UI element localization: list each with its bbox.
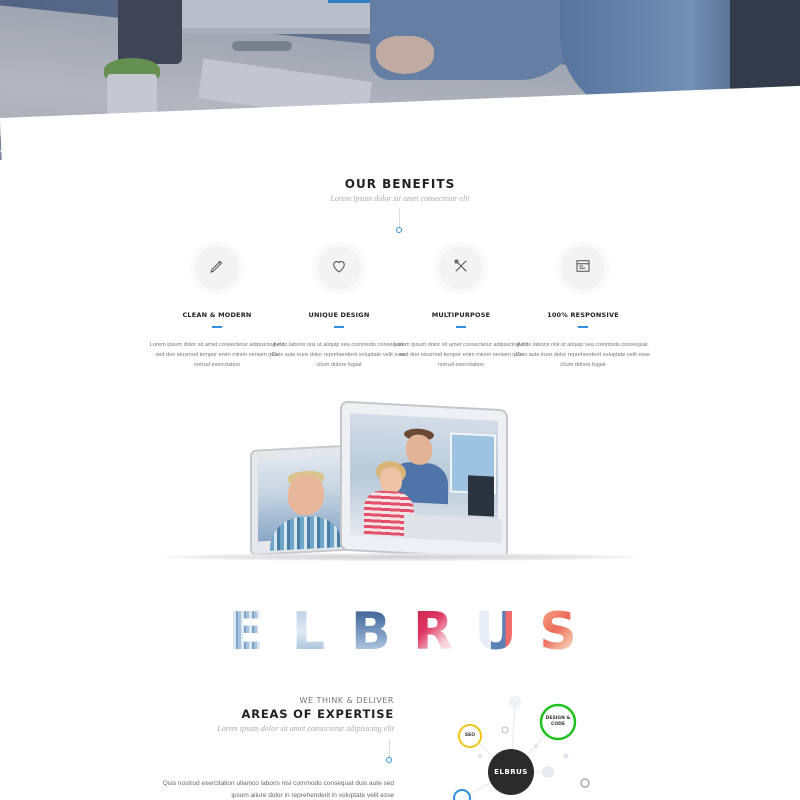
benefits-subtitle: Lorem ipsum dolor sit amet consectetur e… — [330, 194, 470, 203]
brand-letter: R — [409, 606, 457, 658]
benefits-divider-dot — [396, 227, 402, 233]
expertise-title: AREAS OF EXPERTISE — [241, 707, 394, 721]
benefit-title: UNIQUE DESIGN — [308, 311, 370, 319]
benefit-icon-circle — [561, 246, 605, 290]
benefits-divider-line — [399, 209, 400, 228]
desk — [404, 513, 502, 544]
benefit-title: MULTIPURPOSE — [431, 311, 491, 319]
browser-icon — [574, 257, 592, 280]
benefit-clean-modern: CLEAN & MODERN Lorem ipsum dolor sit ame… — [147, 246, 287, 370]
expertise-text: Quis nostrud exercitation ullamco labori… — [162, 780, 394, 799]
benefit-accent-bar — [334, 326, 344, 328]
benefit-multipurpose: MULTIPURPOSE Lorem ipsum dolor sit amet … — [391, 246, 531, 370]
expertise-diagram: DESIGN & CODE SEO ELBRUS — [440, 686, 610, 800]
benefit-title: 100% RESPONSIVE — [547, 311, 619, 319]
person-face — [380, 466, 402, 494]
person-face — [288, 474, 324, 516]
person-face — [406, 434, 432, 466]
expertise-subtitle: Lorem ipsum dolor sit amet consectetur a… — [217, 724, 394, 733]
brand-letter: B — [347, 606, 395, 658]
brand-letter: U — [472, 606, 520, 658]
expertise-kicker: WE THINK & DELIVER — [299, 696, 394, 705]
benefit-icon-circle — [439, 246, 483, 290]
benefits-title: OUR BENEFITS — [344, 177, 456, 191]
benefit-text: Lorem ipsum dolor sit amet consectetur a… — [393, 342, 529, 368]
large-laptop-screen — [350, 413, 502, 544]
pencil-icon — [208, 257, 226, 280]
small-laptop-screen — [258, 454, 352, 551]
laptops-shadow — [160, 553, 640, 561]
expertise-divider-line — [389, 740, 390, 758]
benefit-text: Amco laboris nisi ut aliquip xea commodo… — [515, 342, 651, 368]
tools-icon — [452, 257, 470, 280]
heart-icon — [330, 257, 348, 280]
brand-letter: L — [284, 606, 332, 658]
benefit-icon-circle — [195, 246, 239, 290]
person-shirt — [270, 515, 342, 551]
benefit-unique-design: UNIQUE DESIGN Amco laboris nisi ut aliqu… — [269, 246, 409, 370]
benefit-accent-bar — [456, 326, 466, 328]
benefit-text: Lorem ipsum dolor sit amet consectetur a… — [149, 342, 285, 368]
expertise-divider-dot — [386, 757, 392, 763]
node-seo: SEO — [464, 733, 476, 738]
benefit-title: CLEAN & MODERN — [182, 311, 252, 319]
monitor — [468, 475, 494, 517]
brand-letter: S — [534, 606, 582, 658]
large-laptop — [340, 400, 508, 560]
benefit-accent-bar — [578, 326, 588, 328]
benefit-accent-bar — [212, 326, 222, 328]
node-center: ELBRUS — [488, 749, 534, 795]
benefit-responsive: 100% RESPONSIVE Amco laboris nisi ut ali… — [513, 246, 653, 370]
node-design-code: DESIGN & CODE — [545, 716, 571, 727]
laptops-image — [160, 400, 640, 570]
brand-letter: E — [222, 606, 270, 658]
benefit-icon-circle — [317, 246, 361, 290]
brand-letters: E L B R U S — [222, 606, 582, 658]
benefit-text: Amco laboris nisi ut aliquip xea commodo… — [271, 342, 407, 368]
